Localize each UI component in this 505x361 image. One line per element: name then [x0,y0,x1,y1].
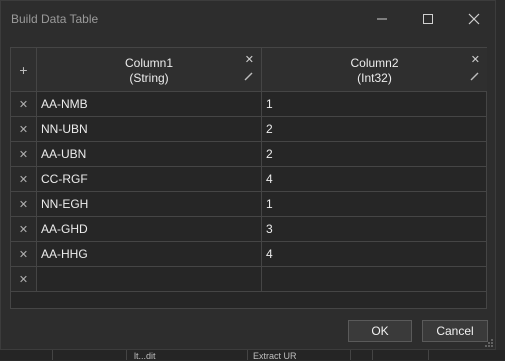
close-button[interactable] [451,1,497,37]
delete-row-button[interactable]: ✕ [11,142,37,167]
cell-column1[interactable]: AA-GHD [37,217,262,242]
maximize-icon [423,14,433,24]
remove-column-2-icon[interactable]: ✕ [471,53,480,66]
background-divider [372,350,373,360]
cell-column2[interactable]: 1 [262,92,487,117]
delete-row-button[interactable]: ✕ [11,217,37,242]
cell-column1[interactable]: AA-UBN [37,142,262,167]
cancel-button[interactable]: Cancel [422,320,488,342]
cell-column2[interactable]: 3 [262,217,487,242]
table-row: ✕ AA-NMB 1 [11,92,487,117]
title-bar: Build Data Table [1,1,495,37]
background-divider [52,350,53,360]
cell-column2[interactable] [262,267,487,292]
resize-grip-icon[interactable] [483,337,494,348]
dialog-title: Build Data Table [11,12,99,26]
cell-column1[interactable]: NN-UBN [37,117,262,142]
cell-column2[interactable]: 4 [262,242,487,267]
column-header-1[interactable]: Column1 (String) ✕ [37,48,262,92]
table-row: ✕ AA-UBN 2 [11,142,487,167]
column-header-2[interactable]: Column2 (Int32) ✕ [262,48,487,92]
minimize-icon [377,18,387,20]
delete-row-button[interactable]: ✕ [11,242,37,267]
background-divider [428,350,429,360]
ok-button[interactable]: OK [348,320,412,342]
column-2-type: (Int32) [357,71,392,85]
cell-column2[interactable]: 1 [262,192,487,217]
edit-column-2-icon[interactable] [470,72,479,81]
column-1-type: (String) [129,71,169,85]
build-data-table-dialog: Build Data Table + Column1 (String) ✕ Co… [0,0,496,350]
cell-column2[interactable]: 4 [262,167,487,192]
delete-row-button[interactable]: ✕ [11,267,37,292]
background-divider [247,350,248,360]
delete-row-button[interactable]: ✕ [11,192,37,217]
minimize-button[interactable] [359,1,405,37]
cell-column1[interactable]: CC-RGF [37,167,262,192]
table-row: ✕ NN-UBN 2 [11,117,487,142]
table-row-empty: ✕ [11,267,487,292]
background-divider [350,350,351,360]
add-column-button[interactable]: + [11,48,37,92]
cell-column2[interactable]: 2 [262,117,487,142]
cell-column1[interactable]: NN-EGH [37,192,262,217]
delete-row-button[interactable]: ✕ [11,117,37,142]
cell-column2[interactable]: 2 [262,142,487,167]
table-row: ✕ AA-HHG 4 [11,242,487,267]
data-table-grid: + Column1 (String) ✕ Column2 (Int32) ✕ ✕… [10,47,487,309]
cell-column1[interactable] [37,267,262,292]
delete-row-button[interactable]: ✕ [11,92,37,117]
column-2-name: Column2 [350,56,399,70]
edit-column-1-icon[interactable] [244,72,253,81]
table-row: ✕ AA-GHD 3 [11,217,487,242]
cell-column1[interactable]: AA-NMB [37,92,262,117]
close-icon [468,13,480,25]
table-row: ✕ NN-EGH 1 [11,192,487,217]
delete-row-button[interactable]: ✕ [11,167,37,192]
table-row: ✕ CC-RGF 4 [11,167,487,192]
background-divider [126,350,127,360]
background-app-strip: lt...dit Extract UR [0,350,505,361]
maximize-button[interactable] [405,1,451,37]
cell-column1[interactable]: AA-HHG [37,242,262,267]
remove-column-1-icon[interactable]: ✕ [245,53,254,66]
column-1-name: Column1 [124,56,174,70]
